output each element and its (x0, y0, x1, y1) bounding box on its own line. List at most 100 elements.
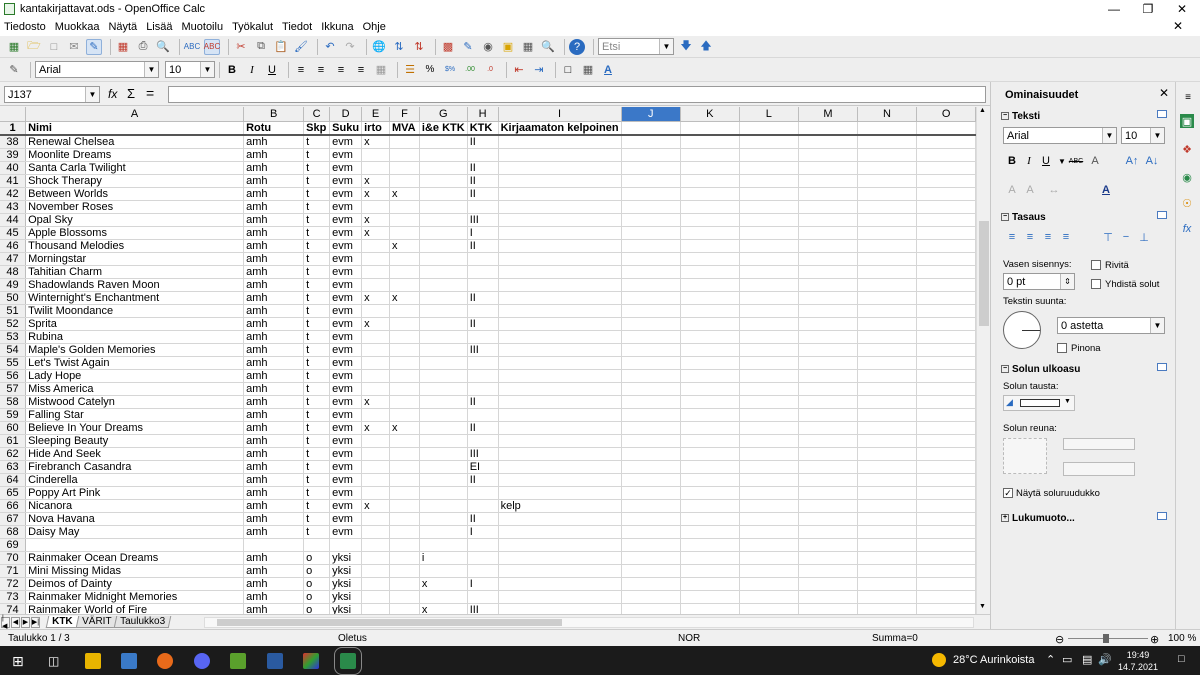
table-cell[interactable] (739, 148, 800, 162)
table-cell[interactable]: Mistwood Catelyn (25, 395, 245, 409)
table-cell[interactable]: t (303, 434, 331, 448)
next-sheet-icon[interactable]: ▶ (21, 616, 30, 628)
table-cell[interactable] (498, 590, 622, 604)
underline-icon[interactable]: U (264, 62, 280, 78)
table-cell[interactable] (739, 447, 800, 461)
table-cell[interactable] (389, 134, 420, 149)
table-cell[interactable] (621, 551, 682, 565)
table-cell[interactable] (467, 200, 499, 214)
chevron-down-icon[interactable]: ▼ (200, 62, 214, 77)
table-cell[interactable] (361, 577, 390, 591)
table-cell[interactable]: evm (329, 317, 363, 331)
section-number-format[interactable]: + Lukumuoto... (1001, 513, 1075, 524)
table-cell[interactable] (680, 590, 740, 604)
table-cell[interactable] (389, 226, 420, 240)
table-cell[interactable] (680, 265, 740, 279)
table-cell[interactable] (361, 603, 390, 614)
table-cell[interactable]: Cinderella (25, 473, 245, 487)
table-cell[interactable] (621, 395, 682, 409)
header-cell[interactable]: i&e KTK (419, 121, 468, 136)
table-cell[interactable] (419, 174, 468, 188)
table-cell[interactable]: evm (329, 395, 363, 409)
table-cell[interactable] (739, 278, 800, 292)
table-cell[interactable]: o (303, 603, 331, 614)
horizontal-scrollbar[interactable] (204, 617, 974, 628)
table-cell[interactable] (361, 408, 390, 422)
table-cell[interactable] (419, 499, 468, 513)
taskbar-clock[interactable]: 19:49 14.7.2021 (1118, 649, 1158, 673)
table-cell[interactable] (739, 551, 800, 565)
merge-cells-icon[interactable]: ▦ (373, 62, 389, 78)
table-cell[interactable]: evm (329, 408, 363, 422)
table-cell[interactable] (498, 421, 622, 435)
menu-data[interactable]: Tiedot (282, 21, 312, 33)
row-header[interactable]: 61 (0, 434, 27, 448)
table-cell[interactable] (621, 134, 682, 149)
table-cell[interactable]: amh (243, 252, 305, 266)
table-cell[interactable] (498, 603, 622, 614)
autospellcheck-icon[interactable]: ABC (204, 38, 220, 55)
table-cell[interactable] (498, 291, 622, 305)
superscript-icon[interactable]: A (1005, 183, 1019, 197)
align-top-icon[interactable]: ⊤ (1101, 230, 1115, 244)
row-header[interactable]: 62 (0, 447, 27, 461)
properties-deck-icon[interactable]: ▣ (1180, 114, 1194, 128)
table-cell[interactable]: x (389, 187, 420, 201)
table-cell[interactable] (389, 148, 420, 162)
table-cell[interactable]: x (361, 213, 390, 227)
table-cell[interactable]: x (361, 317, 390, 331)
redo-icon[interactable]: ↷ (342, 39, 358, 55)
table-cell[interactable] (467, 252, 499, 266)
table-cell[interactable] (419, 538, 468, 552)
table-cell[interactable]: amh (243, 395, 305, 409)
table-cell[interactable] (739, 486, 800, 500)
header-cell[interactable]: Skp (303, 121, 331, 136)
column-header-e[interactable]: E (361, 107, 390, 122)
text-angle-select[interactable]: 0 astetta ▼ (1057, 317, 1165, 334)
network-icon[interactable]: ▭ (1062, 653, 1072, 666)
table-cell[interactable]: x (361, 226, 390, 240)
table-cell[interactable] (361, 200, 390, 214)
table-cell[interactable]: amh (243, 278, 305, 292)
table-cell[interactable] (621, 564, 682, 578)
table-cell[interactable] (857, 252, 918, 266)
sidebar-font-color-icon[interactable]: A (1099, 183, 1113, 197)
table-cell[interactable] (798, 200, 858, 214)
table-cell[interactable] (916, 304, 976, 318)
table-cell[interactable] (467, 499, 499, 513)
table-cell[interactable]: i (419, 551, 468, 565)
table-cell[interactable]: Twilit Moondance (25, 304, 245, 318)
table-cell[interactable] (467, 369, 499, 383)
table-cell[interactable] (798, 174, 858, 188)
italic-icon[interactable]: I (244, 62, 260, 78)
table-cell[interactable] (467, 408, 499, 422)
decrease-indent-icon[interactable]: ⇤ (511, 62, 527, 78)
table-cell[interactable]: Sprita (25, 317, 245, 331)
table-cell[interactable]: amh (243, 486, 305, 500)
table-cell[interactable]: amh (243, 603, 305, 614)
table-cell[interactable] (857, 382, 918, 396)
table-cell[interactable]: Believe In Your Dreams (25, 421, 245, 435)
row-header[interactable]: 64 (0, 473, 27, 487)
table-cell[interactable]: x (361, 187, 390, 201)
table-cell[interactable] (680, 564, 740, 578)
open-folder-icon[interactable]: 🗁 (26, 39, 42, 55)
close-document-icon[interactable]: ✕ (1173, 19, 1183, 33)
table-cell[interactable]: x (419, 603, 468, 614)
table-cell[interactable] (498, 577, 622, 591)
row-header[interactable]: 60 (0, 421, 27, 435)
row-header[interactable]: 72 (0, 577, 27, 591)
print-preview-icon[interactable]: 🔍 (155, 39, 171, 55)
table-cell[interactable]: x (361, 174, 390, 188)
table-cell[interactable]: t (303, 226, 331, 240)
table-cell[interactable]: evm (329, 434, 363, 448)
table-cell[interactable] (419, 564, 468, 578)
format-paintbrush-icon[interactable]: 🖌 (293, 39, 309, 55)
table-cell[interactable] (857, 577, 918, 591)
decrease-font-icon[interactable]: A↓ (1145, 154, 1159, 168)
cut-icon[interactable]: ✂ (233, 39, 249, 55)
table-cell[interactable] (389, 317, 420, 331)
table-cell[interactable]: evm (329, 134, 363, 149)
table-cell[interactable] (498, 408, 622, 422)
row-header[interactable]: 70 (0, 551, 27, 565)
